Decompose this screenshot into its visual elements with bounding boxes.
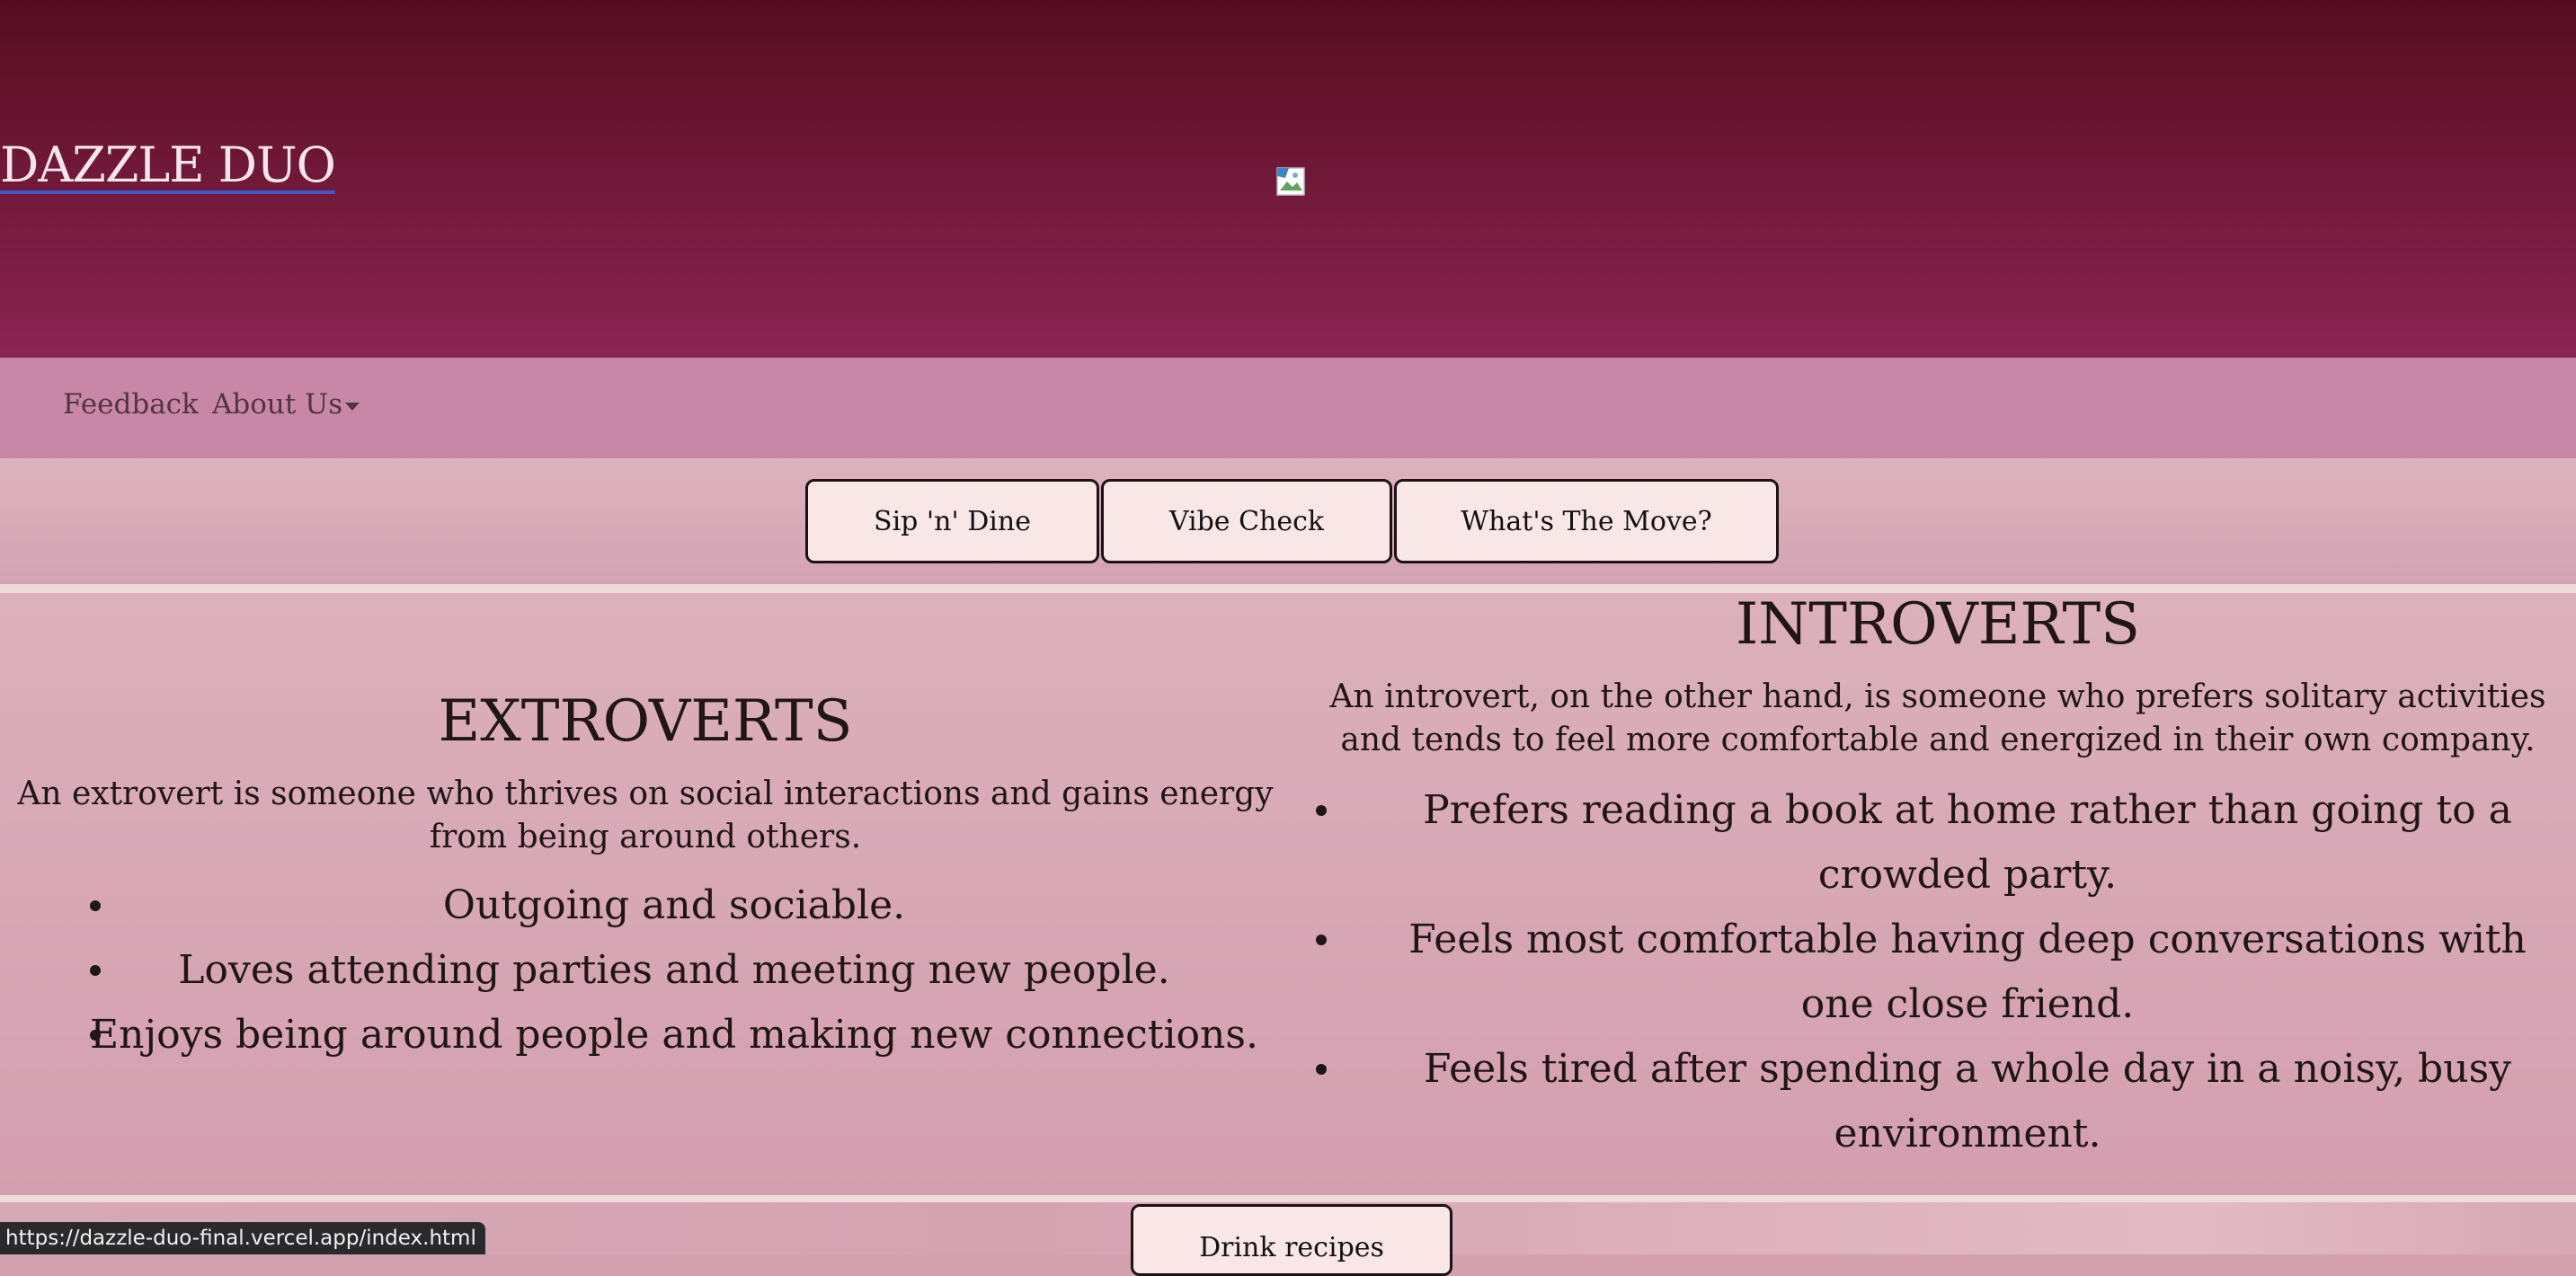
introverts-trait-list: Prefers reading a book at home rather th… xyxy=(1316,778,2565,1166)
list-item: Enjoys being around people and making ne… xyxy=(90,1012,1258,1058)
extroverts-title: EXTROVERTS xyxy=(438,688,853,755)
personality-section: EXTROVERTS An extrovert is someone who t… xyxy=(0,591,2576,1195)
bullet-icon xyxy=(90,1030,101,1041)
introverts-description: An introvert, on the other hand, is some… xyxy=(1329,678,2546,758)
bullet-icon xyxy=(90,965,101,976)
list-item: Feels tired after spending a whole day i… xyxy=(1316,1037,2565,1166)
list-item: Feels most comfortable having deep conve… xyxy=(1316,908,2565,1037)
browser-status-url: https://dazzle-duo-final.vercel.app/inde… xyxy=(0,1222,485,1254)
nav-about-us-dropdown[interactable]: About Us xyxy=(212,388,342,421)
extroverts-trait-list: Outgoing and sociable. Loves attending p… xyxy=(90,873,1258,1068)
tab-vibe-check[interactable]: Vibe Check xyxy=(1101,479,1392,563)
caret-down-icon[interactable] xyxy=(345,403,360,411)
tab-sip-n-dine[interactable]: Sip 'n' Dine xyxy=(805,479,1099,563)
list-item: Loves attending parties and meeting new … xyxy=(90,938,1258,1003)
tab-whats-the-move[interactable]: What's The Move? xyxy=(1394,479,1779,563)
introverts-title: INTROVERTS xyxy=(1735,591,2141,658)
main-navbar xyxy=(0,358,2576,458)
bullet-icon xyxy=(1316,1064,1327,1075)
list-item: Outgoing and sociable. xyxy=(90,873,1258,938)
nav-feedback-link[interactable]: Feedback xyxy=(63,388,199,421)
extroverts-description: An extrovert is someone who thrives on s… xyxy=(17,775,1274,855)
brand-logo-link[interactable]: DAZZLE DUO xyxy=(0,137,336,193)
drink-recipes-button[interactable]: Drink recipes xyxy=(1131,1204,1452,1276)
broken-image-icon xyxy=(1276,167,1305,196)
bullet-icon xyxy=(90,900,101,911)
bullet-icon xyxy=(1316,935,1327,945)
site-header: DAZZLE DUO xyxy=(0,0,2576,358)
list-item: Prefers reading a book at home rather th… xyxy=(1316,778,2565,908)
bullet-icon xyxy=(1316,805,1327,816)
